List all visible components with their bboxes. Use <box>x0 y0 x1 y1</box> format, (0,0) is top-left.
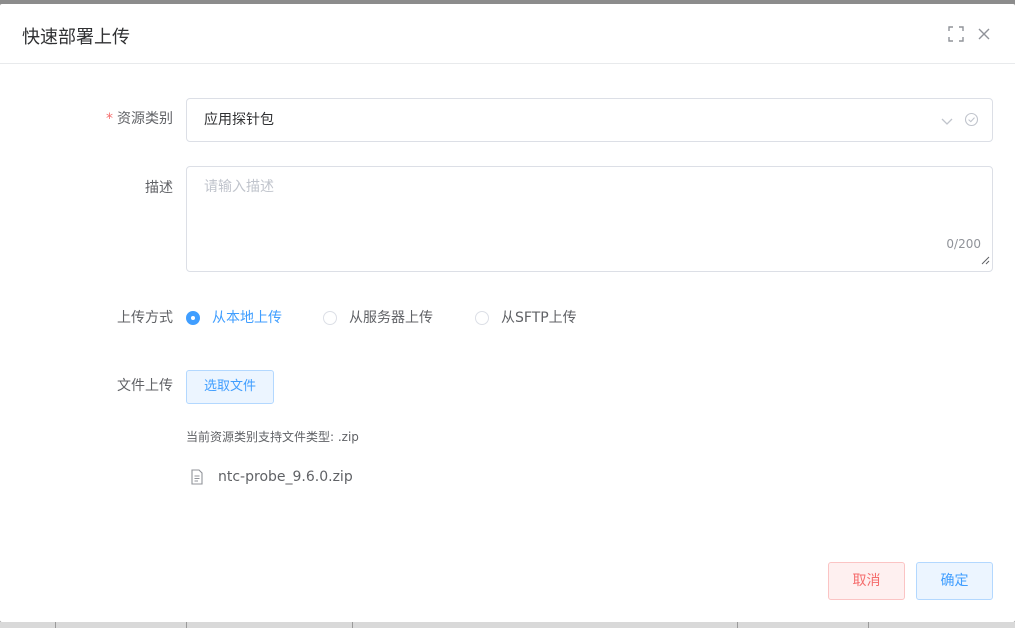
quick-deploy-dialog: 快速部署上传 *资源类别 应用探针包 描述 0/200 <box>0 4 1015 622</box>
radio-label: 从SFTP上传 <box>501 310 577 326</box>
char-counter: 0/200 <box>946 237 981 251</box>
confirm-button[interactable]: 确定 <box>916 562 993 600</box>
radio-dot <box>186 311 200 325</box>
cancel-button[interactable]: 取消 <box>828 562 905 600</box>
radio-label: 从本地上传 <box>212 310 282 326</box>
resource-type-select[interactable]: 应用探针包 <box>186 98 993 142</box>
required-mark: * <box>106 111 113 127</box>
radio-label: 从服务器上传 <box>349 310 433 326</box>
resource-type-value: 应用探针包 <box>204 112 274 128</box>
file-upload-label: 文件上传 <box>117 378 173 394</box>
description-field[interactable]: 0/200 <box>186 166 993 272</box>
document-icon <box>190 469 204 489</box>
resource-type-label: * 资源类别 <box>106 111 173 127</box>
description-textarea[interactable] <box>187 167 992 271</box>
dialog-title: 快速部署上传 <box>22 27 130 48</box>
resize-handle-icon[interactable] <box>981 250 990 269</box>
file-name: ntc-probe_9.6.0.zip <box>218 469 353 485</box>
background-table-strip <box>0 622 1015 628</box>
chevron-down-icon[interactable] <box>940 113 954 132</box>
dialog-header: 快速部署上传 <box>0 4 1015 64</box>
select-file-button[interactable]: 选取文件 <box>186 370 274 404</box>
file-type-tip: 当前资源类别支持文件类型: .zip <box>186 430 359 444</box>
fullscreen-icon[interactable] <box>947 25 965 43</box>
radio-dot <box>475 311 489 325</box>
check-circle-icon <box>964 112 979 131</box>
description-label: 描述 <box>145 180 173 196</box>
close-icon[interactable] <box>975 25 993 43</box>
upload-method-label: 上传方式 <box>117 310 173 326</box>
radio-dot <box>323 311 337 325</box>
